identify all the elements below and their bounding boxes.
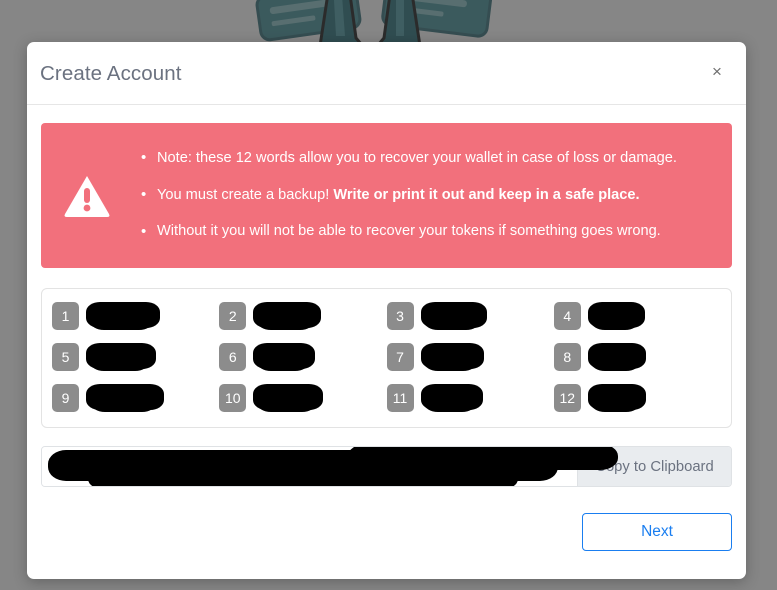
mnemonic-word-index: 3 [386, 302, 414, 330]
mnemonic-word-index: 4 [553, 302, 581, 330]
mnemonic-word-value [420, 302, 487, 330]
warning-bullet: Note: these 12 words allow you to recove… [141, 140, 718, 177]
mnemonic-word-value [587, 384, 646, 412]
create-account-dialog: Create Account × Note: these 12 words al… [27, 42, 746, 579]
warning-banner: Note: these 12 words allow you to recove… [41, 123, 732, 268]
mnemonic-word-index: 9 [52, 384, 79, 412]
mnemonic-word-cell: 9 [52, 383, 219, 413]
mnemonic-word-index: 5 [52, 343, 79, 371]
mnemonic-word-value [86, 343, 156, 371]
redaction-mark [587, 384, 646, 412]
warning-bullet-text: You must create a backup! [157, 186, 334, 203]
recovery-phrase-row: Copy to Clipboard [41, 446, 732, 487]
mnemonic-word-value [420, 343, 484, 371]
mnemonic-word-value [86, 384, 164, 412]
mnemonic-word-cell: 4 [553, 301, 721, 331]
redaction-mark [420, 343, 484, 371]
mnemonic-word-value [86, 302, 160, 330]
mnemonic-word-cell: 6 [219, 342, 386, 372]
redaction-mark [587, 302, 645, 330]
redaction-mark [253, 384, 324, 412]
mnemonic-word-value [587, 343, 646, 371]
mnemonic-word-cell: 7 [386, 342, 554, 372]
mnemonic-word-cell: 3 [386, 301, 554, 331]
close-icon[interactable]: × [702, 56, 732, 86]
warning-bullet-text: Without it you will not be able to recov… [157, 223, 661, 240]
mnemonic-word-index: 12 [553, 384, 581, 412]
warning-bullet-emphasis: Write or print it out and keep in a safe… [333, 186, 640, 203]
mnemonic-word-cell: 11 [386, 383, 554, 413]
redaction-mark [253, 302, 322, 330]
mnemonic-word-grid: 1 2 3 4 5 6 7 8 9 10 11 12 [41, 288, 732, 428]
mnemonic-word-cell: 8 [553, 342, 721, 372]
page-title: Create Account [40, 62, 182, 85]
redaction-mark [587, 343, 646, 371]
mnemonic-word-cell: 2 [219, 301, 386, 331]
redaction-mark [253, 343, 316, 371]
warning-triangle-icon [51, 174, 123, 218]
mnemonic-word-value [587, 302, 645, 330]
redaction-mark [420, 384, 483, 412]
mnemonic-word-index: 1 [52, 302, 79, 330]
mnemonic-word-value [420, 384, 483, 412]
dialog-header: Create Account × [27, 42, 746, 105]
warning-bullet-text: Note: these 12 words allow you to recove… [157, 149, 677, 166]
mnemonic-word-index: 6 [219, 343, 247, 371]
redaction-mark [86, 302, 160, 330]
next-button[interactable]: Next [582, 513, 732, 551]
mnemonic-word-cell: 12 [553, 383, 721, 413]
mnemonic-word-index: 7 [386, 343, 414, 371]
recovery-phrase-input[interactable] [42, 447, 618, 486]
mnemonic-word-cell: 5 [52, 342, 219, 372]
mnemonic-word-index: 11 [386, 384, 414, 412]
mnemonic-word-index: 10 [219, 384, 247, 412]
redaction-mark [86, 384, 164, 412]
mnemonic-word-value [253, 302, 322, 330]
dialog-body: Note: these 12 words allow you to recove… [27, 123, 746, 551]
warning-bullet-list: Note: these 12 words allow you to recove… [123, 140, 718, 250]
mnemonic-word-cell: 1 [52, 301, 219, 331]
mnemonic-word-value [253, 343, 316, 371]
warning-bullet: Without it you will not be able to recov… [141, 214, 718, 251]
redaction-mark [86, 343, 156, 371]
mnemonic-word-value [253, 384, 324, 412]
dialog-footer: Next [41, 513, 732, 551]
redaction-mark [420, 302, 487, 330]
warning-bullet: You must create a backup! Write or print… [141, 177, 718, 214]
mnemonic-word-index: 8 [553, 343, 581, 371]
redaction-mark [48, 447, 618, 486]
mnemonic-word-cell: 10 [219, 383, 386, 413]
mnemonic-word-index: 2 [219, 302, 247, 330]
